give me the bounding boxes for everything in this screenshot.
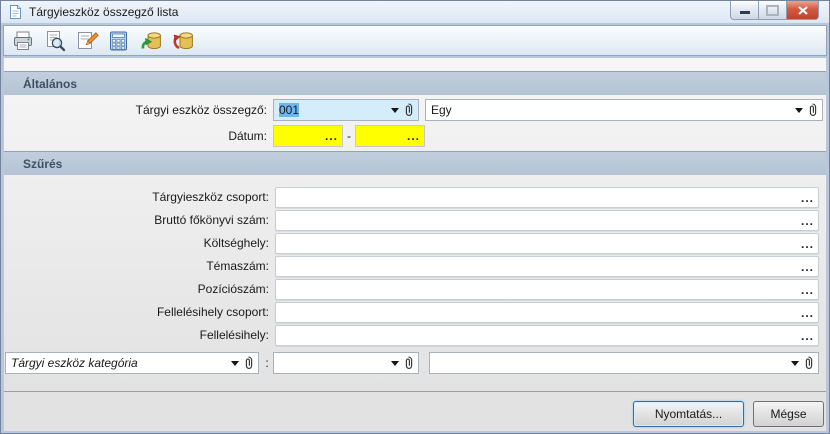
ellipsis-button[interactable]: ... [797, 307, 818, 319]
filter-input[interactable] [276, 328, 797, 343]
cancel-button[interactable]: Mégse [753, 401, 824, 427]
asset-summary-combo[interactable]: 001 [273, 99, 419, 121]
database-export-button[interactable] [169, 27, 196, 54]
filter-row-label: Tárgyieszköz csoport: [152, 190, 269, 204]
filter-row-label: Bruttó főkönyvi szám: [154, 213, 269, 227]
category-value-combo[interactable] [273, 352, 419, 374]
filter-input-koltseghely[interactable]: ... [275, 233, 819, 254]
paperclip-icon[interactable] [403, 103, 414, 117]
category-combo[interactable]: Tárgyi eszköz kategória [5, 352, 259, 374]
section-header-general: Általános [4, 71, 826, 95]
database-import-button[interactable] [137, 27, 164, 54]
ellipsis-button[interactable]: ... [797, 330, 818, 342]
date-from-ellipsis-button[interactable]: ... [321, 130, 342, 142]
asset-summary-name-value: Egy [431, 103, 452, 117]
category-combo-value: Tárgyi eszköz kategória [11, 356, 138, 370]
filter-row-label: Pozíciószám: [197, 282, 269, 296]
filter-row-label: Fellelésihely: [199, 328, 269, 342]
dialog-window: Tárgyieszköz összegző lista Általános Tá… [0, 0, 830, 434]
filter-row-label: Fellelésihely csoport: [156, 305, 269, 319]
dropdown-arrow-icon[interactable] [391, 107, 399, 113]
category-detail-combo[interactable] [429, 352, 819, 374]
filter-input-targyieszkoz-csoport[interactable]: ... [275, 187, 819, 208]
paperclip-icon[interactable] [243, 356, 254, 370]
section-header-filter: Szűrés [4, 151, 826, 175]
paperclip-icon[interactable] [803, 356, 814, 370]
dropdown-arrow-icon[interactable] [231, 360, 239, 366]
window-controls [730, 1, 819, 20]
ellipsis-button[interactable]: ... [797, 284, 818, 296]
minimize-button[interactable] [730, 1, 759, 20]
date-range-separator: - [347, 129, 351, 143]
filter-input[interactable] [276, 190, 797, 205]
dropdown-arrow-icon[interactable] [791, 360, 799, 366]
edit-pencil-icon [75, 29, 99, 53]
asset-summary-value: 001 [279, 103, 300, 117]
filter-input[interactable] [276, 213, 797, 228]
filter-input-fellelesihely-csoport[interactable]: ... [275, 302, 819, 323]
toolbar [3, 25, 827, 56]
calculator-button[interactable] [105, 27, 132, 54]
filter-input-brutto-fokonyvi-szam[interactable]: ... [275, 210, 819, 231]
filter-row-label: Témaszám: [206, 259, 269, 273]
filter-input-temaszam[interactable]: ... [275, 256, 819, 277]
close-button[interactable] [786, 1, 819, 20]
database-red-arrow-icon [171, 29, 195, 53]
ellipsis-button[interactable]: ... [797, 215, 818, 227]
print-preview-button[interactable] [41, 27, 68, 54]
ellipsis-button[interactable]: ... [797, 192, 818, 204]
minimize-icon [739, 11, 750, 14]
document-icon [8, 4, 23, 20]
asset-summary-name-combo[interactable]: Egy [425, 99, 823, 121]
filter-input-fellelesihely[interactable]: ... [275, 325, 819, 346]
edit-button[interactable] [73, 27, 100, 54]
dropdown-arrow-icon[interactable] [795, 107, 803, 113]
paperclip-icon[interactable] [807, 103, 818, 117]
filter-input[interactable] [276, 282, 797, 297]
filter-input-pozicioszam[interactable]: ... [275, 279, 819, 300]
date-from-input[interactable] [274, 129, 321, 143]
calculator-icon [107, 29, 131, 53]
filter-row-label: Költséghely: [203, 236, 269, 250]
window-title: Tárgyieszköz összegző lista [29, 5, 179, 19]
category-separator: : [265, 356, 269, 370]
filter-input[interactable] [276, 236, 797, 251]
date-to-input[interactable] [356, 129, 403, 143]
database-green-arrow-icon [139, 29, 163, 53]
filter-input[interactable] [276, 305, 797, 320]
maximize-icon [766, 4, 779, 16]
paperclip-icon[interactable] [403, 356, 414, 370]
ellipsis-button[interactable]: ... [797, 261, 818, 273]
filter-input[interactable] [276, 259, 797, 274]
print-submit-button[interactable]: Nyomtatás... [633, 401, 744, 427]
asset-summary-label: Tárgyi eszköz összegző: [135, 103, 267, 117]
maximize-button[interactable] [759, 1, 786, 20]
date-label: Dátum: [228, 129, 267, 143]
print-button[interactable] [9, 27, 36, 54]
title-bar[interactable]: Tárgyieszköz összegző lista [1, 1, 829, 23]
close-icon [797, 5, 808, 15]
date-from-field[interactable]: ... [273, 125, 343, 147]
dropdown-arrow-icon[interactable] [391, 360, 399, 366]
printer-icon [11, 29, 35, 53]
date-to-ellipsis-button[interactable]: ... [403, 130, 424, 142]
date-to-field[interactable]: ... [355, 125, 425, 147]
ellipsis-button[interactable]: ... [797, 238, 818, 250]
print-preview-icon [43, 29, 67, 53]
